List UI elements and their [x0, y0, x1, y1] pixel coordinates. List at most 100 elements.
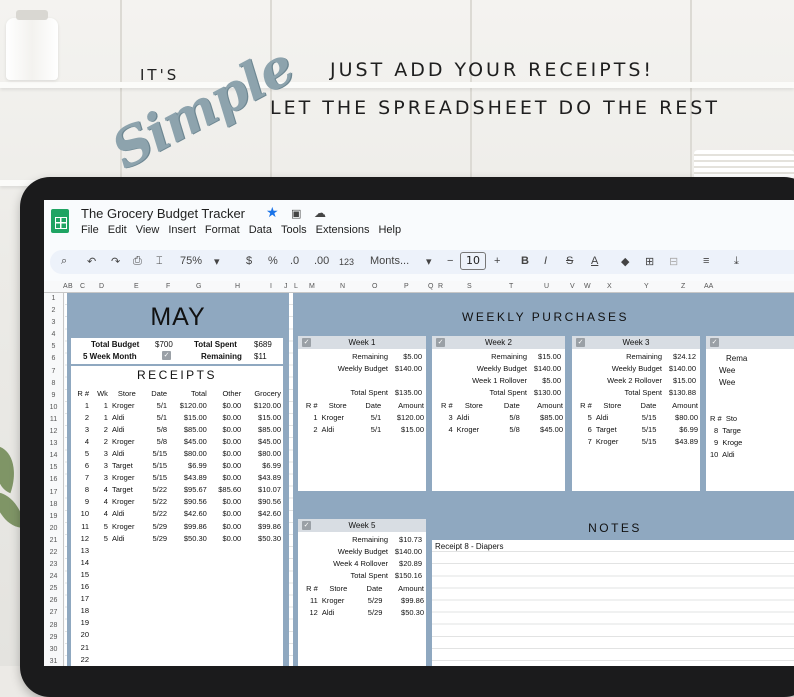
row-header[interactable]: 27	[44, 607, 63, 619]
receipt-cell[interactable]: $15.00	[243, 411, 283, 423]
receipt-cell[interactable]: 15	[71, 568, 91, 580]
table-row[interactable]: 15	[71, 568, 283, 580]
menu-format[interactable]: Format	[205, 224, 240, 236]
week-cell[interactable]: $45.00	[522, 424, 565, 436]
receipt-cell[interactable]: $42.60	[243, 508, 283, 520]
font-size-increase-icon[interactable]: +	[494, 255, 500, 267]
table-row[interactable]: 10 4 Aldi 5/22 $42.60 $0.00 $42.60	[71, 508, 283, 520]
table-row[interactable]: 5 Aldi 5/15 $80.00	[572, 411, 700, 423]
redo-icon[interactable]: ↷	[111, 255, 120, 268]
align-icon[interactable]: ≡	[703, 255, 709, 267]
receipt-cell[interactable]: 5/22	[144, 484, 169, 496]
font-size-decrease-icon[interactable]: −	[447, 255, 453, 267]
strikethrough-icon[interactable]: S	[566, 255, 573, 267]
document-title[interactable]: The Grocery Budget Tracker	[81, 206, 245, 221]
receipt-cell[interactable]: 5	[71, 447, 91, 459]
table-row[interactable]: 7 Kroger 5/15 $43.89	[572, 436, 700, 448]
row-header[interactable]: 6	[44, 353, 63, 365]
receipt-cell[interactable]: 17	[71, 593, 91, 605]
week-cell[interactable]: $99.86	[384, 594, 426, 606]
receipt-cell[interactable]: $0.00	[209, 460, 243, 472]
receipt-cell[interactable]: $15.00	[169, 411, 209, 423]
row-header[interactable]: 9	[44, 390, 63, 402]
receipt-cell[interactable]: $85.00	[169, 423, 209, 435]
percent-button[interactable]: %	[268, 255, 278, 267]
receipt-cell[interactable]: 5/22	[144, 496, 169, 508]
receipt-cell[interactable]	[91, 568, 283, 580]
print-icon[interactable]: ⎙	[133, 255, 142, 268]
receipt-cell[interactable]: 5/22	[144, 508, 169, 520]
table-row[interactable]: 19	[71, 617, 283, 629]
receipt-cell[interactable]	[91, 544, 283, 556]
receipt-cell[interactable]: $43.89	[243, 472, 283, 484]
receipt-cell[interactable]: $0.00	[209, 496, 243, 508]
merge-cells-icon[interactable]: ⊟	[669, 255, 678, 268]
row-header[interactable]: 14	[44, 450, 63, 462]
week-cell[interactable]: 7	[572, 436, 594, 448]
receipt-cell[interactable]: Kroger	[110, 435, 144, 447]
receipt-cell[interactable]: Target	[110, 484, 144, 496]
table-row[interactable]: 5 3 Aldi 5/15 $80.00 $0.00 $80.00	[71, 447, 283, 459]
receipt-cell[interactable]: 5/15	[144, 447, 169, 459]
week1-checkbox[interactable]: ✓	[302, 338, 311, 347]
cloud-icon[interactable]: ☁	[314, 206, 326, 220]
paint-format-icon[interactable]: ⌶	[156, 255, 163, 268]
receipt-cell[interactable]: $0.00	[209, 447, 243, 459]
week-cell[interactable]: Kroger	[320, 594, 357, 606]
row-header[interactable]: 17	[44, 487, 63, 499]
week-cell[interactable]: Aldi	[455, 411, 493, 423]
row-header[interactable]: 11	[44, 414, 63, 426]
sheets-logo-icon[interactable]	[51, 209, 69, 233]
receipt-cell[interactable]: 1	[91, 399, 110, 411]
receipt-cell[interactable]: Aldi	[110, 508, 144, 520]
receipt-cell[interactable]: 8	[71, 484, 91, 496]
week-cell[interactable]: 5/15	[631, 424, 659, 436]
receipt-cell[interactable]: 4	[71, 435, 91, 447]
table-row[interactable]: 12 5 Aldi 5/29 $50.30 $0.00 $50.30	[71, 532, 283, 544]
receipt-cell[interactable]: 3	[91, 472, 110, 484]
receipt-cell[interactable]: 2	[91, 435, 110, 447]
receipt-cell[interactable]: $80.00	[169, 447, 209, 459]
week-cell[interactable]: 12	[298, 607, 320, 619]
table-row[interactable]: 22	[71, 653, 283, 665]
receipt-cell[interactable]: $99.86	[169, 520, 209, 532]
receipt-cell[interactable]: 1	[91, 411, 110, 423]
receipt-cell[interactable]: Aldi	[110, 423, 144, 435]
receipt-cell[interactable]: 5/8	[144, 423, 169, 435]
menu-insert[interactable]: Insert	[168, 224, 196, 236]
receipt-cell[interactable]: 7	[71, 472, 91, 484]
row-header[interactable]: 13	[44, 438, 63, 450]
table-row[interactable]: 16	[71, 581, 283, 593]
receipt-cell[interactable]: 2	[71, 411, 91, 423]
receipt-cell[interactable]: 16	[71, 581, 91, 593]
week-cell[interactable]: Aldi	[594, 411, 631, 423]
receipt-cell[interactable]: $85.60	[209, 484, 243, 496]
receipt-cell[interactable]: $80.00	[243, 447, 283, 459]
receipt-cell[interactable]: 4	[91, 496, 110, 508]
week-cell[interactable]: 5/29	[357, 607, 385, 619]
receipt-cell[interactable]: $42.60	[169, 508, 209, 520]
row-header[interactable]: 12	[44, 426, 63, 438]
row-header[interactable]: 4	[44, 329, 63, 341]
receipt-cell[interactable]: $50.30	[169, 532, 209, 544]
receipt-cell[interactable]: 19	[71, 617, 91, 629]
table-row[interactable]: 8 4 Target 5/22 $95.67 $85.60 $10.07	[71, 484, 283, 496]
menu-file[interactable]: File	[81, 224, 99, 236]
chevron-down-icon[interactable]: ▾	[214, 255, 220, 268]
receipt-cell[interactable]: 2	[91, 423, 110, 435]
week-cell[interactable]: $85.00	[522, 411, 565, 423]
receipt-cell[interactable]: $120.00	[243, 399, 283, 411]
week-cell[interactable]: Kroger	[594, 436, 631, 448]
row-header[interactable]: 23	[44, 559, 63, 571]
row-header[interactable]: 19	[44, 511, 63, 523]
receipt-cell[interactable]: 3	[71, 423, 91, 435]
week-cell[interactable]: 6	[572, 424, 594, 436]
table-row[interactable]: 3 Aldi 5/8 $85.00	[432, 411, 565, 423]
receipt-cell[interactable]	[91, 653, 283, 665]
row-header[interactable]: 28	[44, 620, 63, 632]
table-row[interactable]: 3 2 Aldi 5/8 $85.00 $0.00 $85.00	[71, 423, 283, 435]
font-size-input[interactable]: 10	[460, 252, 486, 270]
table-row[interactable]: 13	[71, 544, 283, 556]
menu-data[interactable]: Data	[249, 224, 272, 236]
row-header[interactable]: 1	[44, 293, 63, 305]
